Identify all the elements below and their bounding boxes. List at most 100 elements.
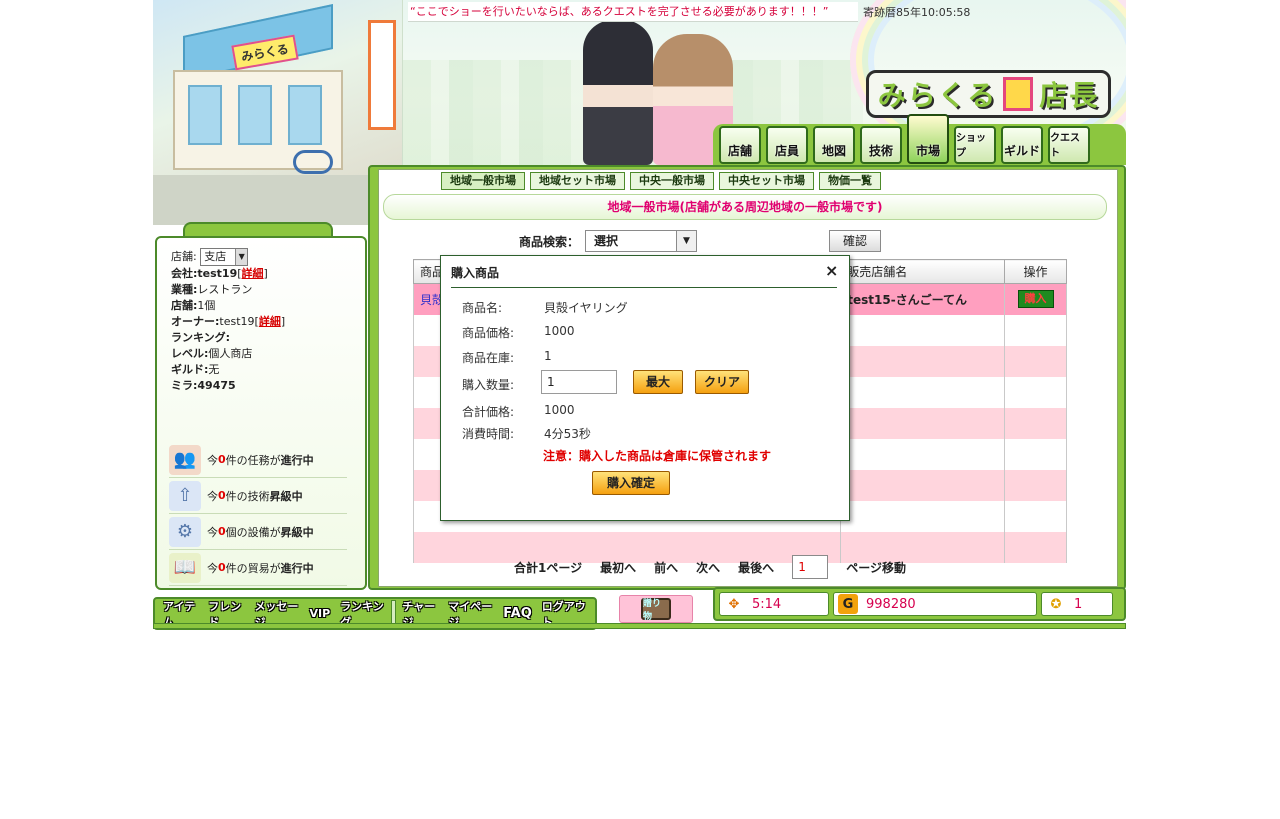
table-cell bbox=[840, 500, 1006, 532]
store-illustration: みらくる bbox=[153, 0, 403, 225]
table-cell bbox=[1004, 345, 1067, 377]
mira-value: 49475 bbox=[197, 379, 236, 392]
gift-button[interactable]: 贈り物 bbox=[619, 595, 693, 623]
nav-tech-button[interactable]: 技術 bbox=[860, 126, 902, 164]
pager-first-link[interactable]: 最初へ bbox=[600, 559, 636, 576]
guild-row: ギルド:无 bbox=[171, 362, 361, 378]
table-cell bbox=[840, 376, 1006, 408]
mypage-button[interactable]: マイページ bbox=[444, 600, 497, 629]
status-text: 個の設備が bbox=[225, 525, 281, 539]
table-cell bbox=[1004, 500, 1067, 532]
ranking-button[interactable]: ランキング bbox=[336, 600, 389, 629]
messages-button[interactable]: メッセージ bbox=[250, 600, 303, 629]
book-icon: 📖 bbox=[169, 552, 201, 583]
table-cell-shop: test15-さんごーてん bbox=[840, 283, 1006, 315]
gift-icon: 贈り物 bbox=[641, 598, 671, 622]
nav-staff-button[interactable]: 店員 bbox=[766, 126, 808, 164]
chevron-down-icon: ▼ bbox=[676, 231, 697, 251]
max-quantity-button[interactable]: 最大 bbox=[633, 370, 683, 394]
status-state: 進行中 bbox=[280, 561, 314, 575]
storage-notice: 注意：購入した商品は倉庫に保管されます bbox=[543, 449, 772, 463]
branch-row: 店舗: 支店 ▼ bbox=[171, 248, 361, 266]
purchase-dialog: 購入商品 × 商品名: 貝殻イヤリング 商品価格: 1000 商品在庫: 1 購… bbox=[440, 255, 850, 521]
tab-central-set-market[interactable]: 中央セット市場 bbox=[719, 172, 814, 190]
brand-logo-mark: みらくる bbox=[877, 79, 998, 112]
pager-total: 合計1ページ bbox=[514, 560, 583, 575]
column-shop-name: 販売店舗名 bbox=[840, 259, 1006, 284]
page-move-button[interactable]: ページ移動 bbox=[846, 559, 906, 576]
task-status[interactable]: 👥 今 0 件の任務が 進行中 bbox=[169, 442, 347, 478]
brand-logo: みらくる 店長 bbox=[866, 70, 1111, 118]
pager-prev-link[interactable]: 前へ bbox=[654, 559, 678, 576]
nav-market-button[interactable]: 市場 bbox=[907, 114, 949, 164]
market-title: 地域一般市場(店舗がある周辺地域の一般市場です) bbox=[383, 194, 1107, 220]
status-text: 件の技術 bbox=[225, 489, 270, 503]
branch-select-value: 支店 bbox=[204, 250, 227, 263]
table-cell bbox=[1004, 407, 1067, 439]
coin-icon: G bbox=[838, 594, 858, 614]
table-cell bbox=[840, 469, 1006, 501]
vip-button[interactable]: VIP bbox=[305, 602, 334, 626]
owner-detail-link[interactable]: 詳細 bbox=[259, 315, 281, 328]
buy-button[interactable]: 購入 bbox=[1017, 290, 1054, 309]
status-count: 0 bbox=[218, 525, 226, 538]
status-state: 進行中 bbox=[280, 453, 314, 467]
table-cell bbox=[1004, 531, 1067, 563]
logout-button[interactable]: ログアウト bbox=[538, 600, 591, 629]
trade-status[interactable]: 📖 今 0 件の貿易が 進行中 bbox=[169, 550, 347, 586]
item-search-select[interactable]: 選択 ▼ bbox=[585, 230, 698, 252]
tab-local-set-market[interactable]: 地域セット市場 bbox=[530, 172, 625, 190]
gear-icon: ⚙ bbox=[169, 516, 201, 547]
people-icon: 👥 bbox=[169, 444, 201, 475]
faq-button[interactable]: FAQ bbox=[499, 602, 536, 626]
status-list: 👥 今 0 件の任務が 進行中 ⇧ 今 0 件の技術 昇級中 ⚙ 今 0 個の設備が 昇級中 📖 … bbox=[169, 442, 347, 586]
nav-map-button[interactable]: 地図 bbox=[813, 126, 855, 164]
quantity-input[interactable]: 1 bbox=[541, 370, 617, 394]
status-count: 0 bbox=[218, 489, 226, 502]
total-price-value: 1000 bbox=[544, 403, 575, 417]
street bbox=[153, 175, 403, 225]
status-prefix: 今 bbox=[207, 453, 218, 467]
industry-label: 業種: bbox=[171, 283, 198, 296]
table-cell-action: 購入 bbox=[1004, 283, 1067, 315]
charge-button[interactable]: チャージ bbox=[398, 600, 442, 629]
tab-central-general-market[interactable]: 中央一般市場 bbox=[630, 172, 714, 190]
purchase-confirm-button[interactable]: 購入確定 bbox=[592, 471, 670, 495]
tab-price-list[interactable]: 物価一覧 bbox=[819, 172, 881, 190]
company-detail-link[interactable]: 詳細 bbox=[242, 267, 264, 280]
owner-label: オーナー: bbox=[171, 315, 220, 328]
game-clock: 寄跡暦85年10:05:58 bbox=[863, 6, 971, 19]
pager-last-link[interactable]: 最後へ bbox=[738, 559, 774, 576]
close-icon[interactable]: × bbox=[825, 261, 838, 280]
pager-next-link[interactable]: 次へ bbox=[696, 559, 720, 576]
guild-value: 无 bbox=[208, 363, 220, 376]
store-pole-sign bbox=[368, 20, 396, 130]
nav-quest-button[interactable]: クエスト bbox=[1048, 126, 1090, 164]
nav-shop-button[interactable]: ショップ bbox=[954, 126, 996, 164]
items-button[interactable]: アイテム bbox=[159, 600, 202, 629]
footer-strip bbox=[153, 623, 1126, 629]
dialog-title: 購入商品 bbox=[451, 266, 500, 280]
status-state: 昇級中 bbox=[280, 525, 314, 539]
tab-local-general-market[interactable]: 地域一般市場 bbox=[441, 172, 525, 190]
equipment-status[interactable]: ⚙ 今 0 個の設備が 昇級中 bbox=[169, 514, 347, 550]
level-row: レベル:個人商店 bbox=[171, 346, 361, 362]
search-select-value: 選択 bbox=[594, 234, 619, 248]
branch-select[interactable]: 支店 ▼ bbox=[200, 248, 249, 266]
search-confirm-button[interactable]: 確認 bbox=[829, 230, 881, 252]
brand-logo-mark: 店長 bbox=[1039, 79, 1100, 112]
search-row: 商品検索： 選択 ▼ bbox=[519, 230, 698, 252]
level-label: レベル: bbox=[171, 347, 209, 360]
page-number-input[interactable]: 1 bbox=[792, 555, 829, 579]
tech-status[interactable]: ⇧ 今 0 件の技術 昇級中 bbox=[169, 478, 347, 514]
status-prefix: 今 bbox=[207, 489, 218, 503]
friends-button[interactable]: フレンド bbox=[204, 600, 248, 629]
nav-store-button[interactable]: 店舗 bbox=[719, 126, 761, 164]
clear-button[interactable]: クリア bbox=[695, 370, 749, 394]
time-value: 5:14 bbox=[752, 596, 782, 612]
nav-guild-button[interactable]: ギルド bbox=[1001, 126, 1043, 164]
ticket-value: 1 bbox=[1074, 596, 1083, 612]
quantity-label: 購入数量: bbox=[462, 378, 515, 392]
stores-row: 店舗:1個 bbox=[171, 298, 361, 314]
table-cell bbox=[840, 345, 1006, 377]
